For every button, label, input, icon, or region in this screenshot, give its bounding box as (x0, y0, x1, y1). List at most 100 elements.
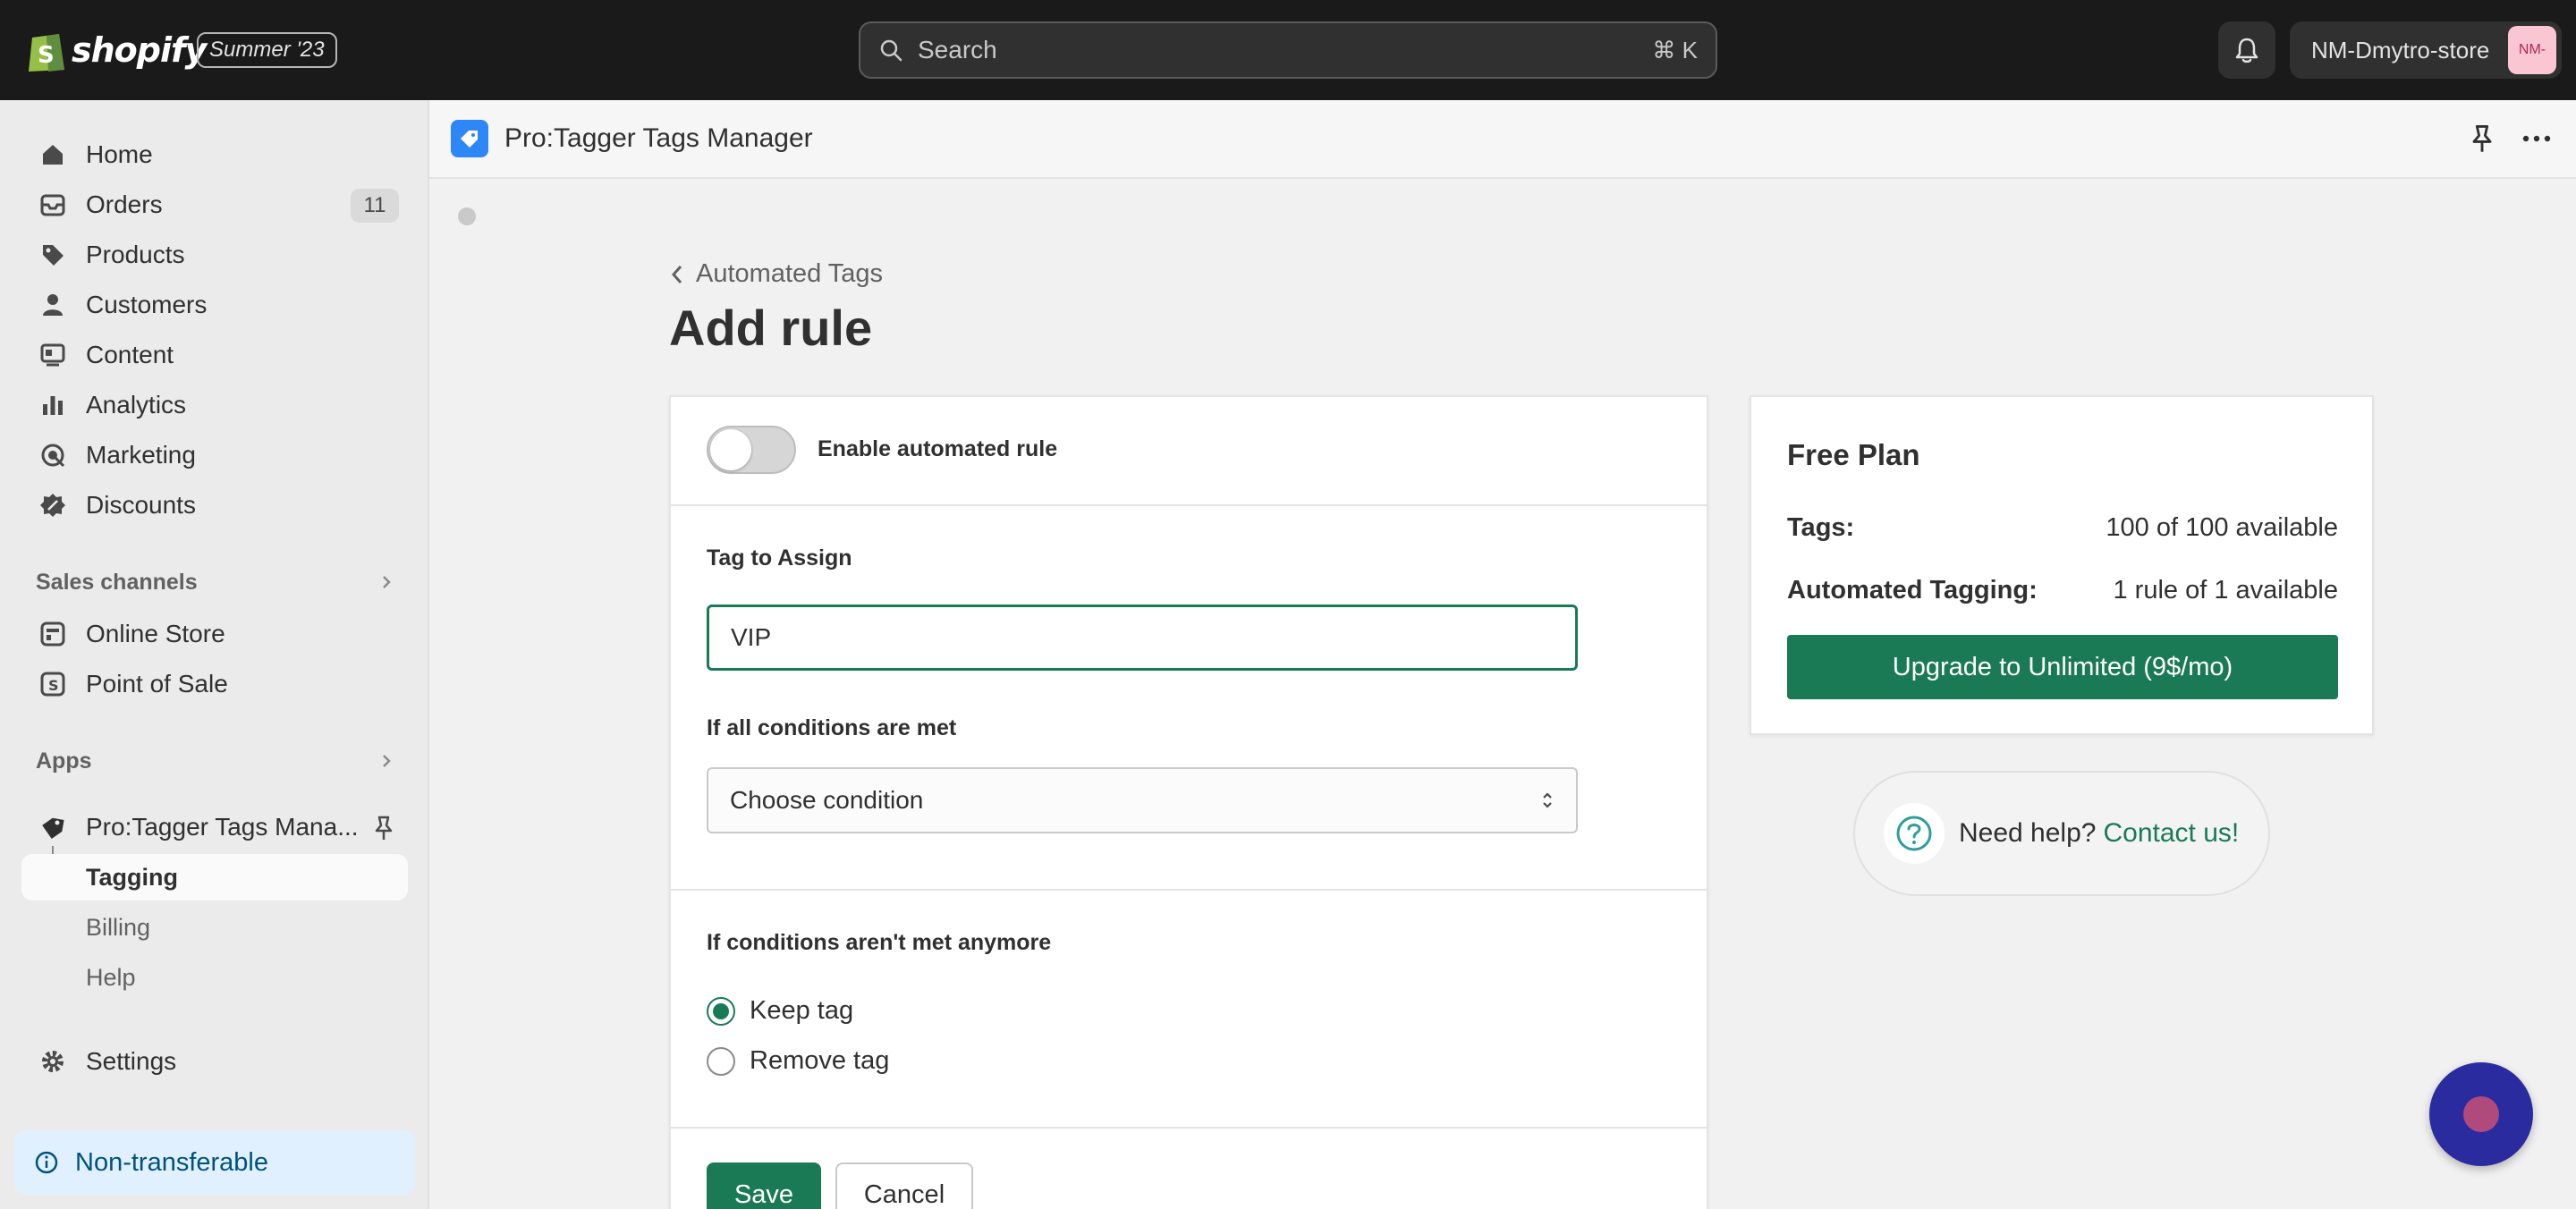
person-icon (39, 292, 66, 318)
sidebar-item-label: Orders (86, 190, 163, 218)
sidebar-item-point-of-sale[interactable]: S Point of Sale (21, 661, 408, 707)
sidebar-item-protagger[interactable]: Pro:Tagger Tags Mana... (21, 804, 408, 850)
plan-card: Free Plan Tags: 100 of 100 available Aut… (1750, 395, 2374, 735)
tags-quota-row: Tags: 100 of 100 available (1787, 513, 2338, 543)
help-pill: Need help? Contact us! (1853, 771, 2270, 896)
sidebar-item-customers[interactable]: Customers (21, 282, 408, 328)
radio-checked (707, 996, 735, 1026)
sidebar-item-label: Analytics (86, 391, 187, 418)
sidebar-item-label: Marketing (86, 441, 196, 469)
bar-chart-icon (39, 392, 66, 418)
discount-icon (39, 492, 66, 519)
content-icon (39, 342, 66, 368)
chevron-right-icon (383, 576, 391, 588)
shopify-logo[interactable]: S shopify (27, 25, 207, 75)
loading-indicator (458, 207, 476, 225)
radio-unchecked (707, 1046, 735, 1076)
more-actions-icon[interactable] (2521, 123, 2553, 154)
bell-icon (2235, 38, 2258, 63)
sidebar-item-settings[interactable]: Settings (21, 1038, 408, 1085)
non-transferable-banner[interactable]: Non-transferable (14, 1130, 415, 1195)
unmet-label: If conditions aren't met anymore (707, 930, 1052, 955)
sidebar-item-discounts[interactable]: Discounts (21, 482, 408, 528)
unmet-section: If conditions aren't met anymore Keep ta… (671, 891, 1707, 1129)
pin-icon[interactable] (2469, 123, 2496, 154)
conditions-label: If all conditions are met (707, 715, 957, 740)
rule-form-card: Enable automated rule Tag to Assign VIP … (669, 395, 1708, 1209)
remove-tag-radio[interactable]: Remove tag (707, 1046, 889, 1076)
home-icon (39, 141, 66, 168)
search-icon (880, 39, 902, 62)
sidebar-item-label: Settings (86, 1047, 177, 1075)
enable-rule-toggle[interactable] (707, 426, 796, 474)
sidebar-item-label: Customers (86, 291, 208, 318)
sidebar-item-analytics[interactable]: Analytics (21, 382, 408, 428)
sidebar-item-help[interactable]: Help (21, 954, 408, 1001)
sidebar-item-label: Point of Sale (86, 670, 228, 698)
sidebar-item-label: Online Store (86, 620, 225, 647)
tag-label: Tag to Assign (707, 545, 852, 571)
app-logo-icon (451, 120, 488, 157)
automation-quota-value: 1 rule of 1 available (2113, 576, 2339, 604)
sidebar-item-label: Discounts (86, 491, 196, 519)
condition-select[interactable]: Choose condition (707, 767, 1578, 833)
edition-badge[interactable]: Summer '23 (197, 32, 337, 68)
sidebar-item-label: Products (86, 241, 185, 268)
conditions-section: Tag to Assign VIP If all conditions are … (671, 506, 1707, 891)
page-title: Add rule (669, 300, 873, 356)
question-icon (1884, 803, 1945, 864)
chevron-right-icon (383, 755, 391, 767)
save-button[interactable]: Save (707, 1162, 821, 1209)
contact-us-link[interactable]: Contact us! (2103, 818, 2239, 849)
upgrade-button[interactable]: Upgrade to Unlimited (9$/mo) (1787, 635, 2338, 699)
avatar: NM- (2508, 26, 2556, 74)
sidebar-item-billing[interactable]: Billing (21, 904, 408, 951)
sales-channels-heading[interactable]: Sales channels (36, 564, 394, 600)
apps-heading[interactable]: Apps (36, 743, 394, 779)
orders-count-badge: 11 (351, 189, 399, 223)
keep-tag-radio[interactable]: Keep tag (707, 996, 853, 1026)
sidebar-item-label: Home (86, 140, 153, 168)
target-icon (39, 442, 66, 469)
sidebar-item-online-store[interactable]: Online Store (21, 611, 408, 657)
automation-quota-label: Automated Tagging: (1787, 576, 2038, 604)
remove-tag-label: Remove tag (750, 1046, 890, 1075)
info-icon (35, 1151, 58, 1174)
store-icon (39, 621, 66, 647)
non-transferable-label: Non-transferable (75, 1147, 268, 1177)
breadcrumb[interactable]: Automated Tags (669, 259, 883, 289)
condition-select-value: Choose condition (730, 786, 924, 814)
enable-rule-label: Enable automated rule (818, 436, 1058, 461)
automation-quota-row: Automated Tagging: 1 rule of 1 available (1787, 576, 2338, 605)
sidebar-item-content[interactable]: Content (21, 332, 408, 378)
sidebar: Home Orders 11 Products Customers Conten… (0, 100, 429, 1209)
sidebar-item-home[interactable]: Home (21, 131, 408, 178)
svg-text:S: S (48, 677, 59, 694)
sidebar-item-products[interactable]: Products (21, 232, 408, 278)
chevron-left-icon (671, 265, 682, 283)
search-bar[interactable]: Search ⌘ K (859, 21, 1717, 79)
pin-icon[interactable] (372, 815, 395, 841)
tags-quota-value: 100 of 100 available (2106, 513, 2338, 542)
toggle-section: Enable automated rule (671, 397, 1707, 506)
store-menu[interactable]: NM-Dmytro-store NM- (2290, 21, 2562, 79)
toggle-knob (710, 429, 751, 470)
plan-title: Free Plan (1787, 438, 1920, 471)
search-shortcut: ⌘ K (1652, 36, 1698, 63)
search-placeholder: Search (918, 36, 997, 63)
notifications-button[interactable] (2218, 21, 2275, 79)
app-header: Pro:Tagger Tags Manager (429, 100, 2576, 179)
tags-quota-label: Tags: (1787, 513, 1855, 542)
app-title: Pro:Tagger Tags Manager (504, 123, 813, 153)
chat-widget-button[interactable] (2429, 1062, 2533, 1166)
sidebar-item-label: Pro:Tagger Tags Mana... (86, 813, 359, 841)
gear-icon (39, 1048, 66, 1075)
sidebar-item-orders[interactable]: Orders 11 (21, 182, 408, 228)
tag-input[interactable]: VIP (707, 604, 1578, 671)
sidebar-item-marketing[interactable]: Marketing (21, 432, 408, 478)
store-name: NM-Dmytro-store (2311, 36, 2490, 63)
cancel-button[interactable]: Cancel (835, 1162, 973, 1209)
help-text: Need help? (1959, 818, 2097, 848)
svg-text:S: S (38, 42, 55, 69)
sidebar-item-tagging[interactable]: Tagging (21, 854, 408, 900)
